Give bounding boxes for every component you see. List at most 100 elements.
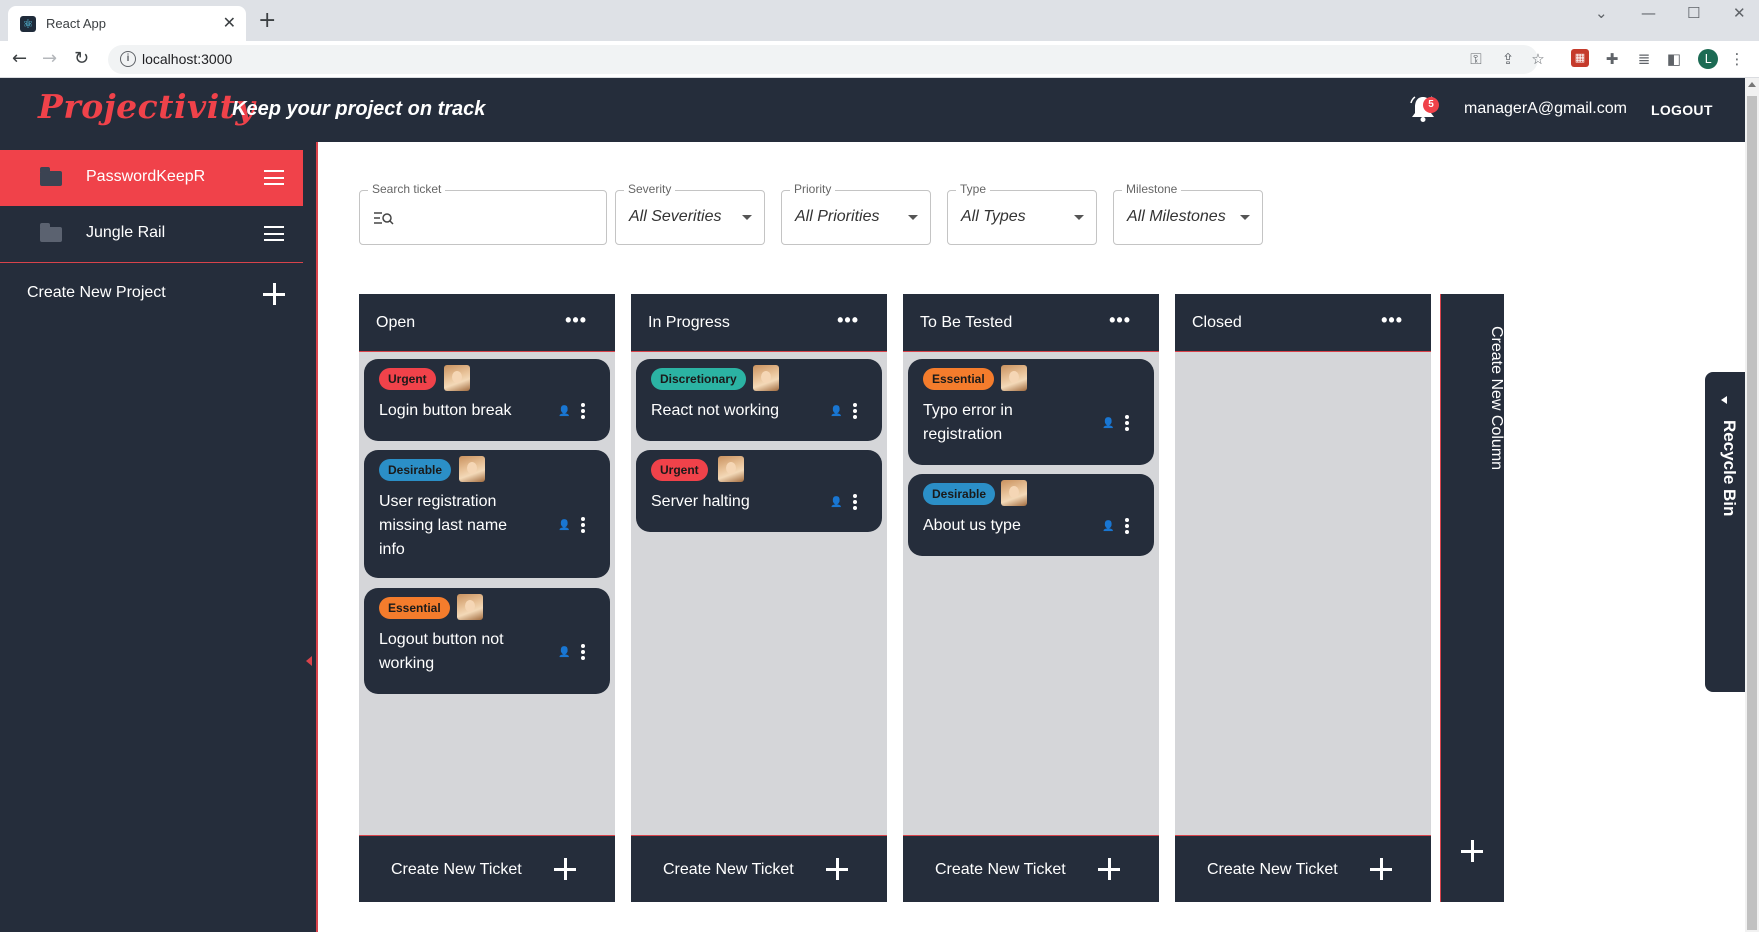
extension-icon[interactable]: ▦ [1571, 49, 1589, 67]
address-bar[interactable]: i localhost:3000 ⚿ ⇪ ☆ [108, 45, 1545, 74]
window-close-icon[interactable]: ✕ [1733, 4, 1746, 22]
more-options-icon[interactable]: ••• [1109, 310, 1131, 331]
bookmark-star-icon[interactable]: ☆ [1528, 49, 1548, 69]
more-options-icon[interactable]: ••• [565, 310, 587, 331]
more-options-icon[interactable]: ••• [837, 310, 859, 331]
browser-tab[interactable]: ⚛ React App ✕ [8, 6, 246, 41]
ticket-title: User registration missing last name info [379, 493, 508, 558]
severity-select[interactable]: Severity All Severities [615, 182, 765, 245]
minimize-icon[interactable]: — [1641, 4, 1656, 22]
assign-user-icon[interactable]: 👤 [830, 497, 844, 509]
scroll-up-arrow-icon[interactable] [1748, 82, 1756, 87]
assign-user-icon[interactable]: 👤 [558, 647, 572, 659]
type-label: Type [956, 182, 991, 196]
collapse-sidebar-icon[interactable] [306, 656, 312, 666]
reload-icon[interactable]: ↻ [74, 48, 89, 69]
assign-user-icon[interactable]: 👤 [558, 520, 572, 532]
sidebar-item-passwordkeepr[interactable]: PasswordKeepR [0, 150, 303, 206]
plus-icon [1370, 858, 1392, 880]
sidebar: PasswordKeepR Jungle Rail Create New Pro… [0, 142, 318, 932]
assign-user-icon[interactable]: 👤 [1102, 418, 1116, 430]
tab-search-icon[interactable]: ⌄ [1595, 4, 1608, 22]
create-ticket-button[interactable]: Create New Ticket [1175, 835, 1431, 902]
recycle-bin-label: Recycle Bin [1720, 420, 1739, 517]
severity-badge: Essential [379, 597, 450, 619]
key-icon[interactable]: ⚿ [1466, 49, 1486, 69]
sidebar-item-jungle-rail[interactable]: Jungle Rail [0, 206, 303, 262]
page-scrollbar[interactable] [1745, 78, 1759, 932]
ticket-title: Typo error in registration [923, 402, 1013, 443]
column-title: In Progress [648, 314, 730, 331]
ticket-card[interactable]: Desirable About us type 👤 [908, 474, 1154, 556]
create-ticket-button[interactable]: Create New Ticket [631, 835, 887, 902]
assign-user-icon[interactable]: 👤 [1102, 521, 1116, 533]
close-tab-icon[interactable]: ✕ [223, 13, 236, 32]
create-column-label: Create New Column [1488, 326, 1505, 471]
ticket-card[interactable]: Discretionary React not working 👤 [636, 359, 882, 441]
severity-value: All Severities [629, 208, 722, 225]
ticket-card[interactable]: Desirable User registration missing last… [364, 450, 610, 578]
create-ticket-label: Create New Ticket [663, 861, 794, 878]
ticket-menu-icon[interactable] [580, 403, 586, 421]
ticket-title: About us type [923, 517, 1021, 534]
plus-icon [1461, 840, 1483, 862]
create-ticket-button[interactable]: Create New Ticket [359, 835, 615, 902]
ticket-card[interactable]: Essential Logout button not working 👤 [364, 588, 610, 694]
create-column-button[interactable]: Create New Column [1440, 294, 1505, 902]
create-ticket-label: Create New Ticket [935, 861, 1066, 878]
type-select[interactable]: Type All Types [947, 182, 1097, 245]
ticket-card[interactable]: Urgent Login button break 👤 [364, 359, 610, 441]
ticket-menu-icon[interactable] [1124, 518, 1130, 536]
assignee-avatar [1001, 480, 1027, 506]
assign-user-icon[interactable]: 👤 [558, 406, 572, 418]
project-menu-icon[interactable] [264, 170, 284, 186]
back-icon[interactable]: ← [12, 48, 27, 69]
create-ticket-button[interactable]: Create New Ticket [903, 835, 1159, 902]
logout-button[interactable]: LOGOUT [1651, 102, 1713, 118]
share-icon[interactable]: ⇪ [1498, 49, 1518, 69]
assign-user-icon[interactable]: 👤 [830, 406, 844, 418]
sidebar-divider [0, 262, 303, 263]
ticket-menu-icon[interactable] [580, 644, 586, 662]
brand-logo[interactable]: Projectivity [38, 87, 255, 126]
reading-list-icon[interactable]: ≣ [1634, 49, 1654, 69]
plus-icon [826, 858, 848, 880]
scrollbar-thumb[interactable] [1747, 96, 1757, 930]
create-project-button[interactable]: Create New Project [27, 279, 287, 309]
search-input[interactable]: Search ticket [359, 182, 607, 245]
milestone-select[interactable]: Milestone All Milestones [1113, 182, 1263, 245]
column-title: Open [376, 314, 416, 331]
more-options-icon[interactable]: ••• [1381, 310, 1403, 331]
ticket-menu-icon[interactable] [580, 517, 586, 535]
maximize-icon[interactable]: ☐ [1687, 4, 1700, 22]
app-header: Projectivity Keep your project on track … [0, 78, 1745, 142]
expand-arrow-icon [1721, 396, 1727, 404]
side-panel-icon[interactable]: ◧ [1664, 49, 1684, 69]
severity-badge: Desirable [923, 483, 996, 505]
tagline: Keep your project on track [232, 98, 486, 120]
browser-menu-icon[interactable]: ⋮ [1727, 49, 1747, 69]
site-info-icon[interactable]: i [120, 51, 136, 67]
ticket-title: Server halting [651, 493, 750, 510]
react-logo-icon: ⚛ [20, 16, 36, 32]
ticket-card[interactable]: Urgent Server halting 👤 [636, 450, 882, 532]
recycle-bin-tab[interactable]: Recycle Bin [1705, 372, 1745, 692]
ticket-card[interactable]: Essential Typo error in registration 👤 [908, 359, 1154, 465]
new-tab-icon[interactable]: + [258, 8, 276, 33]
notification-count-badge: 5 [1423, 97, 1439, 113]
severity-label: Severity [624, 182, 676, 196]
forward-icon[interactable]: → [42, 48, 57, 69]
ticket-menu-icon[interactable] [852, 494, 858, 512]
column-header: To Be Tested ••• [903, 294, 1159, 352]
profile-avatar[interactable]: L [1698, 49, 1718, 69]
column-to-be-tested: To Be Tested ••• Essential Typo error in… [903, 294, 1159, 902]
ticket-menu-icon[interactable] [852, 403, 858, 421]
ticket-menu-icon[interactable] [1124, 415, 1130, 433]
create-project-label: Create New Project [27, 284, 166, 301]
priority-select[interactable]: Priority All Priorities [781, 182, 931, 245]
puzzle-icon[interactable]: ✚ [1602, 49, 1622, 69]
browser-tabstrip: ⚛ React App ✕ + ⌄ — ☐ ✕ [0, 0, 1759, 41]
project-menu-icon[interactable] [264, 226, 284, 242]
column-title: Closed [1192, 314, 1242, 331]
severity-badge: Desirable [379, 459, 452, 481]
